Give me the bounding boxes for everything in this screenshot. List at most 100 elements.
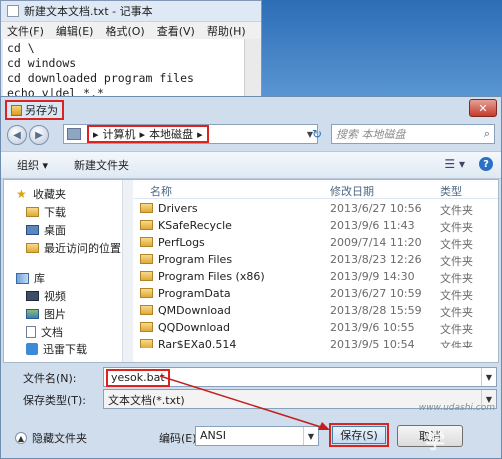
command-toolbar: 组织 ▾ 新建文件夹 ☰ ▾ ?	[1, 151, 501, 179]
file-type: 文件夹	[440, 323, 473, 336]
nav-documents[interactable]: 文档	[26, 324, 63, 340]
desktop-background	[262, 0, 502, 100]
address-bar[interactable]: ▸ 计算机 ▸ 本地磁盘 ▸ ▼	[63, 124, 318, 144]
chevron-right-icon: ▸	[139, 127, 146, 141]
column-name[interactable]: 名称	[150, 183, 172, 199]
recent-places-icon	[26, 243, 39, 253]
dialog-footer: ▲ 隐藏文件夹 编码(E): ANSI ▼ 保存(S) 取消 学	[1, 419, 501, 457]
nav-pictures[interactable]: 图片	[26, 306, 66, 322]
notepad-menubar: 文件(F) 编辑(E) 格式(O) 查看(V) 帮助(H)	[1, 21, 261, 39]
filename-field[interactable]: yesok.bat ▼	[103, 367, 497, 387]
column-date[interactable]: 修改日期	[330, 183, 374, 199]
watermark-url: www.udashi.com	[418, 403, 495, 413]
file-type: 文件夹	[440, 340, 473, 348]
encoding-value: ANSI	[200, 429, 226, 442]
search-icon: ⌕	[483, 127, 490, 140]
file-row[interactable]: QMDownload 2013/8/28 15:59 文件夹	[134, 302, 498, 319]
file-row[interactable]: Drivers 2013/6/27 10:56 文件夹	[134, 200, 498, 217]
chevron-down-icon[interactable]: ▼	[481, 368, 496, 386]
notepad-window: 新建文本文档.txt - 记事本 文件(F) 编辑(E) 格式(O) 查看(V)…	[0, 0, 262, 100]
encoding-select[interactable]: ANSI ▼	[195, 426, 319, 446]
breadcrumb-local-disk[interactable]: 本地磁盘	[149, 126, 193, 142]
folder-icon	[140, 220, 153, 230]
file-name: Program Files	[158, 253, 233, 266]
nav-label: 文档	[41, 326, 63, 339]
menu-view[interactable]: 查看(V)	[157, 23, 195, 39]
save-button[interactable]: 保存(S)	[332, 426, 386, 444]
file-type: 文件夹	[440, 306, 473, 319]
folder-icon	[140, 271, 153, 281]
menu-file[interactable]: 文件(F)	[7, 23, 44, 39]
computer-icon	[67, 128, 81, 140]
breadcrumb: ▸ 计算机 ▸ 本地磁盘 ▸	[87, 125, 209, 143]
notepad-scrollbar[interactable]	[244, 39, 261, 99]
document-icon	[26, 326, 36, 338]
file-name: PerfLogs	[158, 236, 205, 249]
refresh-icon[interactable]: ↻	[310, 127, 324, 141]
chevron-up-icon: ▲	[15, 432, 27, 444]
nav-downloads[interactable]: 下载	[26, 204, 66, 220]
file-row[interactable]: QQDownload 2013/9/6 10:55 文件夹	[134, 319, 498, 336]
nav-label: 库	[34, 272, 45, 285]
file-date: 2009/7/14 11:20	[330, 236, 422, 249]
nav-recent[interactable]: 最近访问的位置	[26, 240, 121, 256]
filename-label: 文件名(N):	[23, 372, 77, 385]
menu-format[interactable]: 格式(O)	[105, 23, 144, 39]
nav-thunder-downloads[interactable]: 迅雷下载	[26, 342, 87, 356]
save-as-icon	[11, 104, 22, 116]
filename-row: 文件名(N): yesok.bat ▼	[1, 367, 501, 387]
file-type: 文件夹	[440, 255, 473, 268]
organize-button[interactable]: 组织 ▾	[17, 157, 48, 173]
desktop-icon	[26, 225, 39, 235]
notepad-titlebar: 新建文本文档.txt - 记事本	[1, 1, 261, 21]
folder-icon	[140, 339, 153, 348]
nav-videos[interactable]: 视频	[26, 288, 66, 304]
save-as-dialog: 另存为 ✕ ◀ ▶ ▸ 计算机 ▸ 本地磁盘 ▸ ▼ ↻ 搜索 本地磁盘 ⌕ 组…	[0, 96, 502, 459]
file-row[interactable]: Rar$EXa0.514 2013/9/5 10:54 文件夹	[134, 336, 498, 348]
search-input[interactable]: 搜索 本地磁盘 ⌕	[331, 124, 495, 144]
file-row[interactable]: Program Files 2013/8/23 12:26 文件夹	[134, 251, 498, 268]
file-row[interactable]: Program Files (x86) 2013/9/9 14:30 文件夹	[134, 268, 498, 285]
nav-favorites[interactable]: ★ 收藏夹	[16, 186, 66, 202]
breadcrumb-computer[interactable]: 计算机	[103, 126, 136, 142]
nav-libraries[interactable]: 库	[16, 270, 45, 286]
view-options-icon[interactable]: ☰ ▾	[444, 157, 465, 171]
file-name: Rar$EXa0.514	[158, 338, 237, 348]
hide-folders-label: 隐藏文件夹	[32, 432, 87, 445]
chevron-down-icon[interactable]: ▼	[303, 427, 318, 445]
file-type: 文件夹	[440, 221, 473, 234]
folder-icon	[26, 207, 39, 217]
help-icon[interactable]: ?	[479, 157, 493, 171]
back-button[interactable]: ◀	[7, 125, 27, 145]
new-folder-button[interactable]: 新建文件夹	[74, 157, 129, 173]
file-row[interactable]: ProgramData 2013/6/27 10:59 文件夹	[134, 285, 498, 302]
menu-help[interactable]: 帮助(H)	[207, 23, 246, 39]
close-button[interactable]: ✕	[469, 99, 497, 117]
navigation-scrollbar[interactable]	[122, 180, 133, 362]
file-browser: ★ 收藏夹 下载 桌面 最近访问的位置 库 视频 图片 文档 迅雷下载 名称 修…	[3, 179, 499, 363]
hide-folders-button[interactable]: ▲ 隐藏文件夹	[15, 430, 87, 446]
file-date: 2013/9/5 10:54	[330, 338, 415, 348]
nav-label: 收藏夹	[33, 188, 66, 201]
file-row[interactable]: PerfLogs 2009/7/14 11:20 文件夹	[134, 234, 498, 251]
nav-desktop[interactable]: 桌面	[26, 222, 66, 238]
file-name: Drivers	[158, 202, 198, 215]
nav-label: 下载	[44, 206, 66, 219]
dialog-titlebar: 另存为 ✕	[1, 97, 501, 120]
folder-icon	[140, 203, 153, 213]
dialog-title: 另存为	[25, 104, 58, 117]
dialog-title-highlight: 另存为	[5, 100, 64, 120]
file-date: 2013/8/23 12:26	[330, 253, 422, 266]
file-date: 2013/9/6 10:55	[330, 321, 415, 334]
search-placeholder: 搜索 本地磁盘	[336, 128, 406, 141]
notepad-icon	[7, 5, 19, 17]
menu-edit[interactable]: 编辑(E)	[56, 23, 94, 39]
file-list: 名称 修改日期 类型 Drivers 2013/6/27 10:56 文件夹 K…	[134, 180, 498, 362]
folder-icon	[140, 288, 153, 298]
file-row[interactable]: KSafeRecycle 2013/9/6 11:43 文件夹	[134, 217, 498, 234]
text-line: cd windows	[7, 56, 77, 70]
column-type[interactable]: 类型	[440, 183, 462, 199]
forward-button[interactable]: ▶	[29, 125, 49, 145]
file-date: 2013/8/28 15:59	[330, 304, 422, 317]
notepad-text-area[interactable]: cd \ cd windows cd downloaded program file…	[3, 39, 259, 100]
